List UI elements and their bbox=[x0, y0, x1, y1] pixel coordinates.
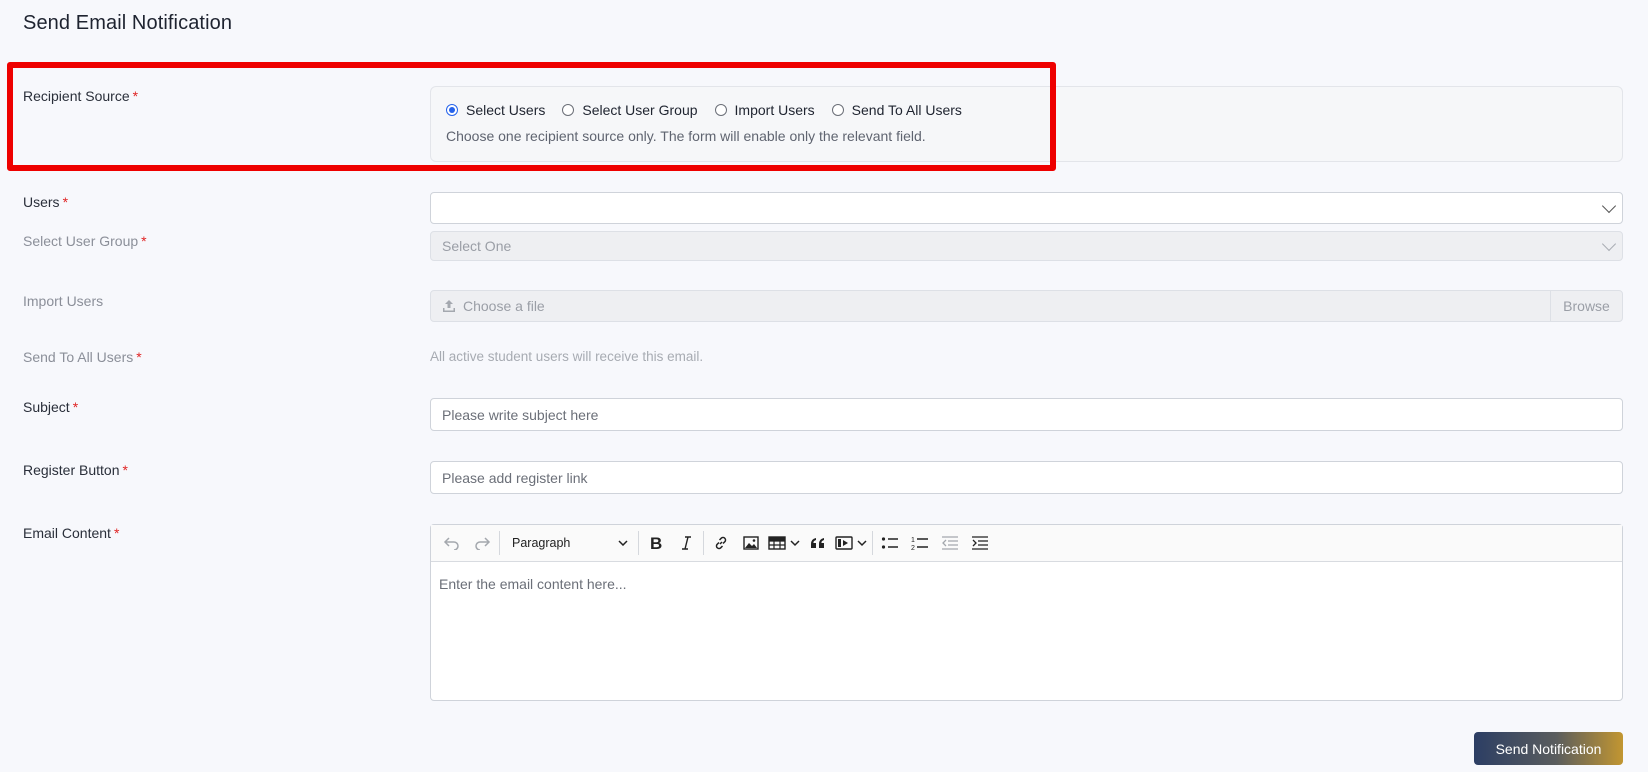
radio-select-users-control[interactable] bbox=[446, 104, 458, 116]
toolbar-divider bbox=[872, 531, 873, 555]
bulleted-list-icon[interactable] bbox=[875, 529, 905, 557]
svg-text:1: 1 bbox=[911, 537, 915, 544]
email-content-editor: Paragraph B 1 2 Enter the email content … bbox=[430, 524, 1623, 701]
register-link-input[interactable]: Please add register link bbox=[430, 461, 1623, 494]
chevron-down-icon bbox=[618, 540, 628, 546]
subject-label: Subject * bbox=[23, 399, 79, 415]
recipient-source-label: Recipient Source * bbox=[23, 88, 139, 104]
radio-import-users[interactable]: Import Users bbox=[714, 102, 815, 118]
image-icon[interactable] bbox=[736, 529, 766, 557]
toolbar-divider bbox=[638, 531, 639, 555]
import-users-label: Import Users bbox=[23, 293, 104, 309]
upload-icon bbox=[442, 299, 456, 313]
users-label: Users * bbox=[23, 194, 69, 210]
italic-icon[interactable] bbox=[671, 529, 701, 557]
media-embed-icon bbox=[835, 536, 853, 550]
chevron-down-icon bbox=[1601, 198, 1617, 214]
radio-import-users-control[interactable] bbox=[714, 104, 727, 116]
chevron-down-icon bbox=[1601, 236, 1617, 252]
user-group-label: Select User Group * bbox=[23, 233, 147, 249]
table-icon bbox=[768, 536, 786, 550]
user-group-select[interactable]: Select One bbox=[430, 231, 1623, 261]
recipient-radio-group: Select Users Select User Group Import Us… bbox=[446, 102, 979, 118]
radio-select-users[interactable]: Select Users bbox=[446, 102, 545, 118]
radio-select-user-group[interactable]: Select User Group bbox=[562, 102, 698, 118]
redo-icon[interactable] bbox=[467, 529, 497, 557]
import-users-file-input[interactable]: Choose a file Browse bbox=[430, 290, 1623, 322]
radio-send-to-all-users-control[interactable] bbox=[831, 104, 844, 116]
toolbar-divider bbox=[499, 531, 500, 555]
subject-input[interactable]: Please write subject here bbox=[430, 398, 1623, 431]
send-to-all-note: All active student users will receive th… bbox=[430, 349, 704, 364]
blockquote-icon[interactable] bbox=[803, 529, 833, 557]
editor-toolbar: Paragraph B 1 2 bbox=[431, 525, 1622, 562]
indent-icon[interactable] bbox=[965, 529, 995, 557]
email-content-body[interactable]: Enter the email content here... bbox=[431, 562, 1622, 606]
users-select[interactable] bbox=[430, 192, 1623, 224]
media-embed-dropdown[interactable] bbox=[833, 529, 870, 557]
radio-select-user-group-control[interactable] bbox=[562, 104, 575, 116]
recipient-hint: Choose one recipient source only. The fo… bbox=[446, 128, 926, 144]
numbered-list-icon[interactable]: 12 bbox=[905, 529, 935, 557]
register-button-label: Register Button * bbox=[23, 462, 128, 478]
page-title: Send Email Notification bbox=[23, 12, 233, 34]
svg-text:2: 2 bbox=[911, 545, 915, 551]
bold-icon[interactable]: B bbox=[641, 529, 671, 557]
radio-send-to-all-users[interactable]: Send To All Users bbox=[831, 102, 962, 118]
svg-text:B: B bbox=[650, 535, 662, 551]
link-icon[interactable] bbox=[706, 529, 736, 557]
toolbar-divider bbox=[703, 531, 704, 555]
email-content-label: Email Content * bbox=[23, 525, 120, 541]
table-dropdown[interactable] bbox=[766, 529, 803, 557]
undo-icon[interactable] bbox=[437, 529, 467, 557]
recipient-source-box: Select Users Select User Group Import Us… bbox=[430, 86, 1623, 162]
chevron-down-icon bbox=[790, 540, 800, 547]
browse-button[interactable]: Browse bbox=[1550, 291, 1622, 321]
chevron-down-icon bbox=[857, 540, 867, 547]
send-to-all-label: Send To All Users * bbox=[23, 349, 142, 365]
outdent-icon[interactable] bbox=[935, 529, 965, 557]
send-notification-button[interactable]: Send Notification bbox=[1474, 732, 1623, 765]
paragraph-style-dropdown[interactable]: Paragraph bbox=[502, 529, 636, 557]
